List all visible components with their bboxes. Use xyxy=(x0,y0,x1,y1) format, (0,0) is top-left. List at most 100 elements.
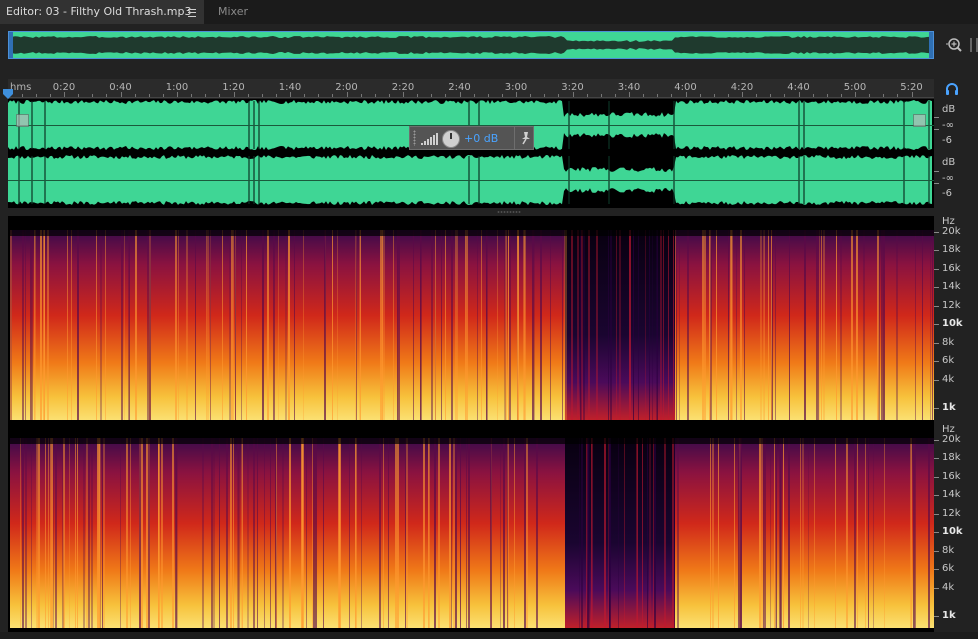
menu-icon[interactable] xyxy=(188,9,196,17)
spectrogram-streak xyxy=(121,230,123,420)
spectrogram-streak xyxy=(51,438,53,628)
spectrogram-streak xyxy=(226,438,228,628)
hz-tick-label: 4k xyxy=(942,374,955,385)
spectrogram-streak xyxy=(608,230,609,420)
hz-tick-label: 18k xyxy=(942,452,961,463)
hz-tick-label: 10k xyxy=(942,526,963,537)
spectrogram-streak xyxy=(653,438,654,628)
spectrogram-streak xyxy=(10,230,12,420)
view-splitter[interactable] xyxy=(497,211,521,213)
spectral-display[interactable] xyxy=(8,216,934,632)
spectrogram-streak xyxy=(736,230,737,420)
spectrogram-streak xyxy=(22,230,24,420)
amplitude-scale-left: dB -∞ -6 xyxy=(934,99,978,153)
waveform-channel-right[interactable] xyxy=(8,154,934,207)
fade-in-handle-icon[interactable] xyxy=(16,114,29,127)
spectrogram-streak xyxy=(55,438,57,628)
spectrogram-streak xyxy=(928,438,930,628)
time-ruler[interactable]: hms 0:20 0:40 1:00 1:20 1:40 2:00 2:20 2:40 3:00… xyxy=(8,79,934,98)
fade-out-handle-icon[interactable] xyxy=(913,114,926,127)
spectrogram-streak xyxy=(83,438,85,628)
spectrogram-streak xyxy=(592,438,593,628)
spectrogram-streak xyxy=(267,230,269,420)
spectrogram-streak xyxy=(674,438,675,628)
spectrogram-streak xyxy=(930,230,931,420)
spectrogram-streak xyxy=(808,438,809,628)
headphones-icon[interactable] xyxy=(945,82,959,96)
spectrogram-streak xyxy=(764,438,766,628)
spectrogram-streak xyxy=(100,230,102,420)
spectrogram-streak xyxy=(550,230,551,420)
spectrogram-streak xyxy=(313,438,315,628)
spectrogram-streak xyxy=(361,438,362,628)
spectrogram-streak xyxy=(668,230,669,420)
spectrogram-streak xyxy=(774,438,775,628)
spectrogram-streak xyxy=(383,438,384,628)
spectrogram-streak xyxy=(877,230,879,420)
spectrogram-streak xyxy=(435,230,436,420)
spectrogram-streak xyxy=(840,230,842,420)
overview-left-handle[interactable] xyxy=(9,32,13,58)
playhead-icon[interactable] xyxy=(3,89,13,99)
spectrogram-streak xyxy=(379,438,381,628)
spectrogram-streak xyxy=(932,230,933,420)
spectrogram-streak xyxy=(716,230,717,420)
spectrogram-streak xyxy=(382,230,383,420)
zoom-in-icon[interactable] xyxy=(945,36,963,54)
spectrogram-streak xyxy=(294,230,295,420)
spectrogram-streak xyxy=(913,438,915,628)
spectrogram-streak xyxy=(270,438,271,628)
spectrogram-streak xyxy=(405,438,406,628)
spectrogram-streak xyxy=(645,230,646,420)
tab-editor[interactable]: Editor: 03 - Filthy Old Thrash.mp3 xyxy=(0,0,204,24)
waveform-display[interactable] xyxy=(8,99,934,208)
hz-tick-label: 8k xyxy=(942,337,955,348)
spectrogram-streak xyxy=(31,438,32,628)
spectrogram-streak xyxy=(274,230,275,420)
spectrogram-streak xyxy=(36,438,37,628)
spectrogram-streak xyxy=(429,438,430,628)
spectrogram-streak xyxy=(804,230,806,420)
spectrogram-streak xyxy=(50,438,51,628)
spectrogram-streak xyxy=(789,230,790,420)
spectrogram-streak xyxy=(532,230,534,420)
volume-value[interactable]: +0 dB xyxy=(464,132,498,145)
spectrogram-streak xyxy=(397,438,399,628)
spectrogram-streak xyxy=(800,438,801,628)
spectrogram-streak xyxy=(835,438,836,628)
spectrogram-streak xyxy=(97,438,98,628)
pin-icon[interactable] xyxy=(520,131,532,145)
hz-tick-label: 1k xyxy=(942,610,956,621)
spectrogram-streak xyxy=(564,230,565,420)
panel-grip[interactable] xyxy=(970,38,978,52)
overview-navigator[interactable] xyxy=(8,31,934,59)
spectrogram-streak xyxy=(863,230,865,420)
tab-mixer[interactable]: Mixer xyxy=(218,0,248,24)
spectrogram-streak xyxy=(589,438,590,628)
spectrogram-channel-right[interactable] xyxy=(10,438,934,628)
spectrogram-streak xyxy=(176,438,178,628)
spectrogram-streak xyxy=(77,230,79,420)
spectrogram-streak xyxy=(771,230,772,420)
spectrogram-streak xyxy=(649,230,650,420)
hud-grip[interactable] xyxy=(413,130,416,146)
spectrogram-streak xyxy=(922,230,923,420)
spectrogram-streak xyxy=(289,438,291,628)
spectrogram-streak xyxy=(420,230,422,420)
spectrogram-streak xyxy=(312,438,313,628)
spectrogram-streak xyxy=(677,438,679,628)
overview-right-handle[interactable] xyxy=(929,32,933,58)
spectrogram-streak xyxy=(526,438,528,628)
volume-hud[interactable]: +0 dB xyxy=(409,126,534,150)
spectrogram-streak xyxy=(40,230,42,420)
spectrogram-streak xyxy=(673,230,674,420)
spectrogram-streak xyxy=(823,230,825,420)
spectrogram-streak xyxy=(660,230,662,420)
spectrogram-streak xyxy=(332,230,333,420)
spectrogram-streak xyxy=(213,438,215,628)
db-unit: dB xyxy=(942,104,956,115)
spectrogram-streak xyxy=(211,438,213,628)
spectrogram-streak xyxy=(734,438,735,628)
volume-knob-icon[interactable] xyxy=(442,130,460,148)
spectrogram-channel-left[interactable] xyxy=(10,230,934,420)
